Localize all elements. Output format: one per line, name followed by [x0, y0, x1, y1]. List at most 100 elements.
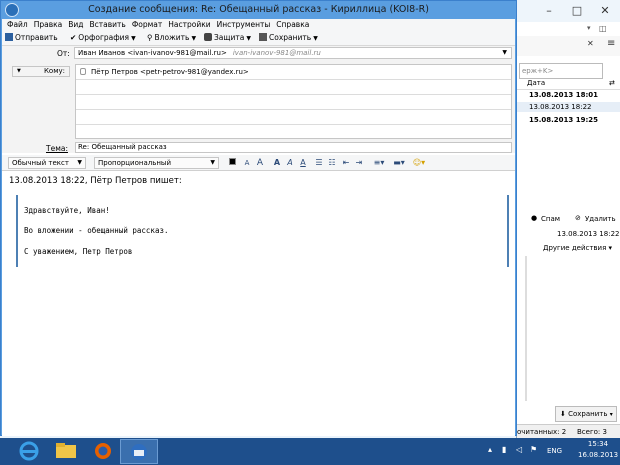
spam-icon[interactable]: ●: [531, 214, 537, 222]
other-actions-button[interactable]: Другие действия ▾: [543, 244, 612, 252]
thread-date: 13.08.2013 18:01: [529, 91, 599, 99]
attach-label: Вложить: [154, 33, 190, 42]
main-mail-window[interactable]: – □ ✕ ▾ ◫ ≡ ✕ ерж+K> Дата ⇄ 13.08.2013 1…: [516, 0, 620, 438]
thread-row[interactable]: 13.08.2013 18:22: [517, 102, 620, 112]
chevron-down-icon: ▾: [609, 411, 613, 418]
menu-view[interactable]: Вид: [65, 19, 86, 31]
language-indicator[interactable]: ENG: [547, 447, 562, 455]
column-picker-icon[interactable]: ⇄: [609, 77, 615, 90]
compose-window[interactable]: Создание сообщения: Re: Обещанный расска…: [0, 0, 517, 436]
clock-time[interactable]: 15:34: [578, 440, 618, 448]
menu-edit[interactable]: Правка: [31, 19, 66, 31]
quoted-message: Здравствуйте, Иван! Во вложении - обещан…: [16, 195, 509, 267]
thunderbird-taskbar-icon[interactable]: [120, 439, 158, 464]
menu-format[interactable]: Формат: [129, 19, 165, 31]
download-icon: ⬇: [560, 410, 566, 418]
menu-file[interactable]: Файл: [2, 19, 31, 31]
insert-icon[interactable]: ▬▾: [390, 157, 408, 169]
chevron-down-icon: ▼: [246, 35, 251, 42]
close-icon[interactable]: ✕: [595, 4, 615, 18]
network-icon[interactable]: ▮: [502, 445, 506, 454]
italic-icon[interactable]: A: [285, 157, 295, 169]
lock-icon: [204, 33, 212, 41]
security-label: Защита: [214, 33, 245, 42]
floppy-icon: [259, 33, 267, 41]
recipient-row[interactable]: [76, 95, 511, 110]
clock-date[interactable]: 16.08.2013: [578, 451, 618, 459]
bold-icon[interactable]: A: [272, 157, 282, 169]
tab-scroll-icon[interactable]: ▾: [587, 24, 591, 32]
chevron-down-icon: ▼: [17, 68, 21, 74]
quoted-line: Во вложении - обещанный рассказ.: [24, 226, 169, 235]
date-column-header[interactable]: Дата: [527, 77, 545, 90]
compose-client: Файл Правка Вид Вставить Формат Настройки Инст…: [2, 19, 515, 436]
speaker-icon[interactable]: ◁: [516, 445, 522, 454]
save-attachment-label: Сохранить: [568, 410, 608, 418]
text-color-icon[interactable]: [226, 157, 238, 169]
spelling-button[interactable]: ✔ Орфография ▼: [70, 31, 136, 45]
clear-search-icon[interactable]: ✕: [587, 39, 594, 48]
thread-row[interactable]: 15.08.2013 19:25: [517, 115, 620, 125]
underline-icon[interactable]: A: [298, 157, 308, 169]
security-button[interactable]: Защита ▼: [204, 31, 251, 45]
from-value: Иван Иванов <ivan-ivanov-981@mail.ru>: [78, 49, 227, 57]
thread-list-header[interactable]: Дата ⇄: [517, 77, 620, 90]
larger-font-icon[interactable]: A: [254, 157, 266, 169]
status-bar: очитанных: 2 Всего: 3: [517, 424, 620, 438]
flag-icon[interactable]: ⚑: [530, 445, 537, 454]
recipient-row[interactable]: [76, 110, 511, 125]
ie-icon[interactable]: [10, 439, 48, 464]
thread-row[interactable]: 13.08.2013 18:01: [517, 90, 620, 100]
chevron-down-icon: ▼: [210, 159, 215, 166]
tab-list-icon[interactable]: ◫: [599, 24, 607, 33]
save-button[interactable]: Сохранить ▼: [259, 31, 318, 45]
smiley-icon[interactable]: ☺▾: [411, 157, 427, 169]
delete-button[interactable]: Удалить: [585, 215, 616, 223]
outdent-icon[interactable]: ⇤: [341, 157, 351, 169]
tray-arrow-icon[interactable]: ▴: [488, 445, 492, 454]
numbered-list-icon[interactable]: ☷: [327, 157, 337, 169]
window-title: Создание сообщения: Re: Обещанный расска…: [88, 4, 429, 15]
save-attachment-button[interactable]: ⬇ Сохранить ▾: [555, 406, 617, 422]
scrollbar[interactable]: [525, 256, 527, 401]
attach-button[interactable]: ⚲ Вложить ▼: [147, 31, 196, 45]
delete-icon[interactable]: ⊘: [575, 214, 581, 222]
from-select[interactable]: Иван Иванов <ivan-ivanov-981@mail.ru> iva…: [74, 47, 512, 59]
from-label: От:: [57, 49, 70, 58]
compose-titlebar[interactable]: Создание сообщения: Re: Обещанный расска…: [1, 1, 516, 19]
spam-button[interactable]: Спам: [541, 215, 560, 223]
recipient-row[interactable]: Пётр Петров <petr-petrov-981@yandex.ru>: [76, 65, 511, 80]
message-body[interactable]: 13.08.2013 18:22, Пётр Петров пишет: Здр…: [2, 171, 515, 436]
file-explorer-icon[interactable]: [47, 439, 85, 464]
quoted-line: Здравствуйте, Иван!: [24, 206, 110, 215]
bullet-list-icon[interactable]: ☰: [314, 157, 324, 169]
menu-tools[interactable]: Инструменты: [214, 19, 274, 31]
indent-icon[interactable]: ⇥: [354, 157, 364, 169]
paperclip-icon: ⚲: [147, 33, 153, 42]
menu-help[interactable]: Справка: [273, 19, 312, 31]
firefox-icon[interactable]: [84, 439, 122, 464]
thread-date: 13.08.2013 18:22: [529, 103, 592, 111]
menu-options[interactable]: Настройки: [165, 19, 213, 31]
smaller-font-icon[interactable]: A: [242, 157, 252, 169]
font-value: Пропорциональный: [98, 159, 172, 167]
menu-insert[interactable]: Вставить: [87, 19, 129, 31]
recipient-row[interactable]: [76, 80, 511, 95]
send-button[interactable]: Отправить: [5, 31, 58, 45]
menu-bar: Файл Правка Вид Вставить Формат Настройки Инст…: [2, 19, 515, 31]
app-menu-icon[interactable]: ≡: [607, 38, 615, 49]
other-actions-label: Другие действия: [543, 244, 607, 252]
paragraph-format-select[interactable]: Обычный текст ▼: [8, 157, 86, 169]
align-icon[interactable]: ≡▾: [372, 157, 386, 169]
maximize-icon[interactable]: □: [567, 4, 587, 18]
recipient-type-select[interactable]: ▼ Кому:: [12, 66, 70, 77]
reply-attribution: 13.08.2013 18:22, Пётр Петров пишет:: [9, 176, 182, 186]
recipient-value: Пётр Петров <petr-petrov-981@yandex.ru>: [91, 68, 249, 76]
font-select[interactable]: Пропорциональный ▼: [94, 157, 219, 169]
send-label: Отправить: [15, 33, 58, 42]
minimize-icon[interactable]: –: [539, 4, 559, 18]
message-date: 13.08.2013 18:22: [557, 230, 620, 238]
recipient-list[interactable]: Пётр Петров <petr-petrov-981@yandex.ru>: [75, 64, 512, 139]
subject-input[interactable]: Re: Обещанный рассказ: [75, 142, 512, 153]
thread-date: 15.08.2013 19:25: [529, 116, 599, 124]
